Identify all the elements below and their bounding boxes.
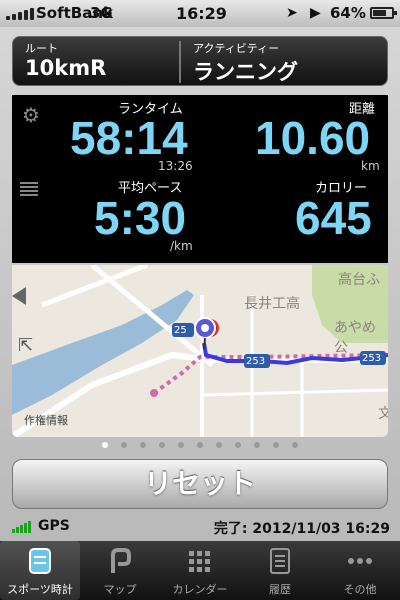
- start-point: [150, 389, 158, 397]
- activity-label: アクティビティー: [193, 42, 280, 55]
- gps-label: GPS: [38, 518, 70, 534]
- completed-timestamp: 完了: 2012/11/03 16:29: [213, 521, 390, 537]
- battery-percent: 64%: [330, 4, 366, 22]
- route-value: 10kmR: [25, 56, 107, 80]
- network-type: 3G: [90, 4, 113, 22]
- activity-selector[interactable]: アクティビティー ランニング: [181, 37, 389, 87]
- stats-panel: ⚙ ランタイム 58:14 13:26 距離 10.60 km 平均ペース 5:…: [12, 95, 388, 263]
- page-dot: [254, 442, 260, 448]
- map-copyright[interactable]: 作権情報: [24, 412, 68, 428]
- map-place-label: 文: [378, 406, 388, 422]
- tab-bar: スポーツ時計 マップ カレンダー 履歴 その他: [0, 541, 400, 600]
- status-bar: SoftBank 3G 16:29 ➤ ▶ 64%: [0, 0, 400, 27]
- calendar-icon: [189, 551, 210, 572]
- gps-signal-icon: [12, 521, 31, 533]
- page-dot: [178, 442, 184, 448]
- route-number: 253: [246, 356, 266, 367]
- page-dot: [121, 442, 127, 448]
- page-dot: [292, 442, 298, 448]
- pace-unit: /km: [170, 239, 193, 253]
- tab-calendar[interactable]: カレンダー: [160, 541, 240, 600]
- route-number: 25: [174, 325, 187, 336]
- map-place-label: 長井工高: [244, 296, 300, 312]
- page-dot: [102, 442, 108, 448]
- expand-icon[interactable]: ⇱: [18, 335, 33, 356]
- tab-map[interactable]: マップ: [80, 541, 160, 600]
- route-activity-bar: ルート 10kmR アクティビティー ランニング: [12, 36, 388, 86]
- tab-label: 履歴: [269, 583, 291, 596]
- reset-button[interactable]: リセット: [12, 459, 388, 509]
- page-dot: [197, 442, 203, 448]
- map-canvas: [12, 265, 388, 437]
- page-indicator[interactable]: [0, 442, 400, 448]
- tab-label: マップ: [103, 583, 137, 596]
- page-dot: [235, 442, 241, 448]
- distance-value: 10.60: [255, 112, 371, 164]
- run-time-value: 58:14: [70, 112, 188, 164]
- map-icon: [111, 548, 131, 573]
- location-arrow-icon: ➤: [286, 5, 298, 21]
- route-selector[interactable]: ルート 10kmR: [13, 37, 179, 87]
- lap-time-value: 13:26: [158, 159, 193, 173]
- battery-icon: [370, 7, 397, 19]
- tab-sports-watch[interactable]: スポーツ時計: [0, 541, 80, 600]
- history-icon: [270, 548, 290, 574]
- page-dot: [140, 442, 146, 448]
- status-time: 16:29: [176, 4, 227, 23]
- list-icon[interactable]: [20, 182, 38, 196]
- main-panel: ルート 10kmR アクティビティー ランニング ⚙ ランタイム 58:14 1…: [0, 27, 400, 541]
- page-dot: [159, 442, 165, 448]
- tab-label: その他: [343, 583, 377, 596]
- play-icon: ▶: [310, 5, 321, 21]
- stopwatch-icon: [29, 548, 51, 574]
- page-dot: [216, 442, 222, 448]
- route-label: ルート: [25, 42, 58, 55]
- tab-history[interactable]: 履歴: [240, 541, 320, 600]
- back-arrow-icon[interactable]: [12, 287, 26, 305]
- gear-icon[interactable]: ⚙: [22, 103, 40, 127]
- pace-value: 5:30: [94, 192, 187, 244]
- road: [201, 388, 388, 397]
- tab-label: カレンダー: [172, 583, 228, 596]
- activity-value: ランニング: [193, 60, 298, 84]
- status-footer: GPS 完了: 2012/11/03 16:29: [0, 512, 400, 541]
- map-place-label: あやめ公: [334, 320, 376, 356]
- tab-more[interactable]: その他: [320, 541, 400, 600]
- signal-strength-icon: [6, 8, 34, 20]
- distance-unit: km: [361, 159, 380, 173]
- map-place-label: 高台ふ: [338, 272, 380, 288]
- tab-label: スポーツ時計: [7, 583, 73, 596]
- more-icon: [348, 558, 372, 564]
- route-map[interactable]: 25 253 253 長井工高 高台ふ あやめ公 文 ⇱ 作権情報: [12, 265, 388, 437]
- page-dot: [273, 442, 279, 448]
- river: [12, 290, 194, 415]
- calories-value: 645: [295, 192, 372, 244]
